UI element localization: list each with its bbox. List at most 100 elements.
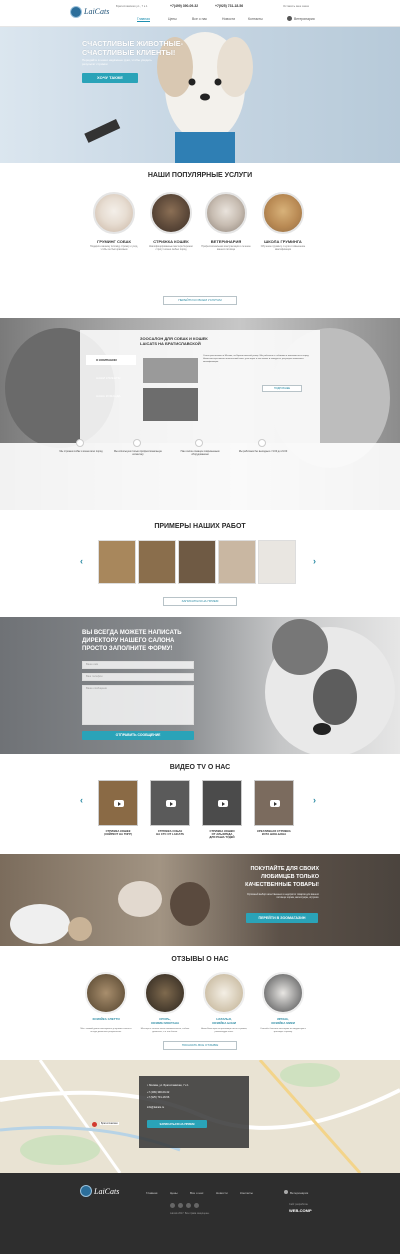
tab-our-clients[interactable]: НАШИ КЛИЕНТЫ [86, 373, 136, 383]
service-name-grooming[interactable]: ГРУМИНГ СОБАК [84, 239, 144, 244]
contact-name-input[interactable]: Ваше имя [82, 661, 194, 669]
contact-title-line-1: ВЫ ВСЕГДА МОЖЕТЕ НАПИСАТЬ [82, 630, 182, 636]
vet-icon [287, 16, 292, 21]
review-author-3: НАТАЛЬЯ, ХОЗЯЙКА БОНИ [194, 1017, 254, 1025]
service-image-grooming[interactable] [93, 192, 135, 234]
video-1-caption-line-2: (ХЭЙРКОТ НА ТИГР) [104, 832, 132, 837]
nav-vet[interactable]: Ветеринария [294, 17, 315, 21]
service-name-vet[interactable]: ВЕТЕРИНАРИЯ [196, 239, 256, 244]
work-photo-2[interactable] [138, 540, 176, 584]
hero-title-line-1: СЧАСТЛИВЫЕ ЖИВОТНЫЕ- [82, 39, 184, 48]
logo-text[interactable]: LaiCats [84, 7, 109, 16]
play-icon[interactable] [218, 800, 228, 807]
nav-about[interactable]: Все о нас [192, 17, 207, 21]
all-services-button[interactable]: ПЕРЕЙТИ КО ВСЕМ УСЛУГАМ [163, 296, 237, 305]
videos-title: ВИДЕО TV О НАС [169, 764, 231, 771]
service-image-cats[interactable] [150, 192, 192, 234]
videos-prev-arrow[interactable]: ‹ [80, 795, 83, 805]
service-name-school[interactable]: ШКОЛА ГРУМИНГА [253, 239, 313, 244]
service-name-cats[interactable]: СТРИЖКА КОШЕК [141, 239, 201, 244]
logo-icon[interactable] [70, 6, 82, 18]
review-avatar-1 [85, 972, 127, 1014]
social-instagram-icon[interactable] [186, 1203, 191, 1208]
work-photo-1[interactable] [98, 540, 136, 584]
works-booking-button[interactable]: ЗАПИСАТЬСЯ НА ПРИЕМ [163, 597, 237, 606]
footer-nav-prices[interactable]: Цены [170, 1191, 178, 1195]
play-icon[interactable] [166, 800, 176, 807]
nav-news[interactable]: Новости [222, 17, 235, 21]
hero-dog-image [84, 32, 253, 163]
play-icon[interactable] [114, 800, 124, 807]
stat-text-2: Мы используем только профессиональную ко… [114, 450, 162, 456]
review-avatar-2 [144, 972, 186, 1014]
hero-subtitle: Передайте в наши надёжные руки, чтобы ув… [82, 58, 152, 66]
contact-submit-button[interactable]: ОТПРАВИТЬ СООБЩЕНИЕ [82, 731, 194, 740]
videos-next-arrow[interactable]: › [313, 795, 316, 805]
nav-home[interactable]: Главная [137, 17, 150, 22]
services-title: НАШИ ПОПУЛЯРНЫЕ УСЛУГИ [147, 172, 253, 179]
header-phone-2[interactable]: +7(925) 731-18-56 [215, 4, 243, 8]
social-youtube-icon[interactable] [194, 1203, 199, 1208]
tab-our-team[interactable]: НАША КОМАНДА [86, 391, 136, 401]
order-call-link[interactable]: Оставить ваш заказ [283, 4, 309, 8]
video-thumb-2[interactable] [150, 780, 190, 826]
map-booking-button[interactable]: ЗАПИСАТЬСЯ НА ПРИЕМ [147, 1120, 207, 1128]
map-phone-2[interactable]: +7 (925) 731-18-56 [147, 1096, 169, 1099]
stat-text-1: Мы стрижем собак и кошек всех пород [59, 450, 103, 453]
all-reviews-button[interactable]: ПОКАЗАТЬ ВСЕ ОТЗЫВЫ [163, 1041, 237, 1050]
social-facebook-icon[interactable] [178, 1203, 183, 1208]
footer-nav-news[interactable]: Новости [216, 1191, 228, 1195]
footer-logo-text[interactable]: LaiCats [94, 1187, 119, 1196]
work-photo-3[interactable] [178, 540, 216, 584]
footer-nav-vet[interactable]: Ветеринария [290, 1191, 308, 1195]
salon-title-line-2: LAICATS НА БРАТИСЛАВСКОЙ [140, 341, 201, 346]
contact-phone-input[interactable]: Ваш телефон [82, 673, 194, 681]
nav-contacts[interactable]: Контакты [248, 17, 263, 21]
video-thumb-1[interactable] [98, 780, 138, 826]
salon-more-button[interactable]: ПОДРОБНЕЕ [262, 385, 302, 392]
stat-text-3: Наш салон оснащён современным оборудован… [180, 450, 220, 456]
footer-nav-home[interactable]: Главная [146, 1191, 157, 1195]
service-image-school[interactable] [262, 192, 304, 234]
footer-dev-name[interactable]: WEB-COMP [289, 1208, 312, 1213]
nav-prices[interactable]: Цены [168, 17, 177, 21]
play-icon[interactable] [270, 800, 280, 807]
tab-about-company[interactable]: О КОМПАНИИ [86, 355, 136, 365]
contact-dog-image [265, 619, 395, 754]
hero-section: СЧАСТЛИВЫЕ ЖИВОТНЫЕ- СЧАСТЛИВЫЕ КЛИЕНТЫ!… [0, 27, 400, 163]
footer-logo-icon[interactable] [80, 1185, 92, 1197]
footer-nav-contacts[interactable]: Контакты [240, 1191, 253, 1195]
video-caption-2[interactable]: СТРИЖКА СОБАК НА СТС ОТ LAICATS [144, 829, 196, 837]
works-next-arrow[interactable]: › [313, 556, 316, 566]
works-prev-arrow[interactable]: ‹ [80, 556, 83, 566]
review-3-name-line-2: ХОЗЯЙКА БОНИ [211, 1020, 237, 1025]
site-header: LaiCats Братиславская ул., 7 к.1 +7(499)… [0, 0, 400, 27]
video-caption-4[interactable]: КРЕАТИВНАЯ СТРИЖКА КОТА ШОН-БОНА [248, 829, 300, 837]
review-text-3: Наша Бони просто красавица после стрижки… [200, 1028, 248, 1033]
salon-description: Салон расположен в Москве, на Братиславс… [203, 355, 310, 363]
video-thumb-3[interactable] [202, 780, 242, 826]
video-caption-1[interactable]: СТРИЖКА КОШЕК (ХЭЙРКОТ НА ТИГР) [92, 829, 144, 837]
shop-button[interactable]: ПЕРЕЙТИ В ЗООМАГАЗИН [246, 913, 318, 923]
contact-title-line-2: ДИРЕКТОРУ НАШЕГО САЛОНА [82, 638, 175, 644]
header-phone-1[interactable]: +7(499) 390-09-32 [170, 4, 198, 8]
map-marker-icon[interactable] [92, 1122, 97, 1127]
social-vk-icon[interactable] [170, 1203, 175, 1208]
hero-cta-button[interactable]: ХОЧУ ТАКЖЕ [82, 73, 138, 83]
work-photo-5[interactable] [258, 540, 296, 584]
map-email[interactable]: info@laicats.ru [147, 1106, 164, 1109]
contact-message-input[interactable]: Ваше сообщение [82, 685, 194, 725]
review-text-4: Спасибо большое мастерам за аккуратную и… [260, 1028, 306, 1033]
video-thumb-4[interactable] [254, 780, 294, 826]
video-4-caption-line-2: КОТА ШОН-БОНА [261, 832, 287, 837]
work-photo-4[interactable] [218, 540, 256, 584]
map-phone-1[interactable]: +7 (499) 390-09-32 [147, 1091, 169, 1094]
footer-nav-about[interactable]: Все о нас [190, 1191, 203, 1195]
salon-photo-2 [143, 388, 198, 421]
works-title: ПРИМЕРЫ НАШИХ РАБОТ [154, 523, 246, 530]
service-image-vet[interactable] [205, 192, 247, 234]
shop-title-line-3: КАЧЕСТВЕННЫЕ ТОВАРЫ! [245, 882, 319, 888]
map-section[interactable]: Братиславская г. Москва, ул. Братиславск… [0, 1060, 400, 1173]
video-2-caption-line-2: НА СТС ОТ LAICATS [156, 832, 184, 837]
video-caption-3[interactable]: СТРИЖКА КОШКИ ОТ АЛЬФРЕДА ДЛЯ РАША ТУДЕЙ [196, 829, 248, 840]
